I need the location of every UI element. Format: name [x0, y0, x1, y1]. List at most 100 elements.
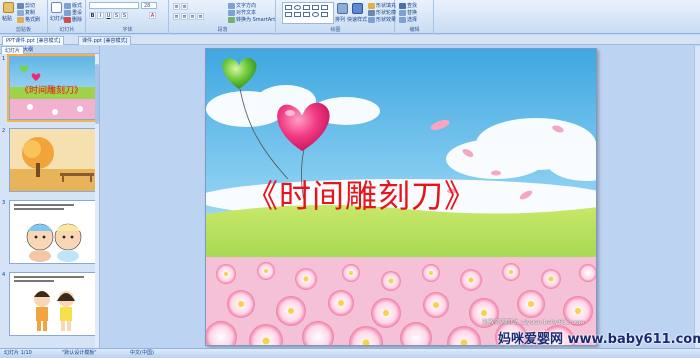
effects-icon	[368, 16, 375, 23]
thumbnail-3-image	[10, 201, 96, 263]
paste-button[interactable]: 粘贴	[2, 15, 12, 22]
align-right-button[interactable]: ≡	[189, 13, 196, 20]
find-button[interactable]: 查找	[399, 2, 417, 9]
quick-styles-label: 快速样式	[347, 17, 368, 23]
thumbnail-4-image	[10, 273, 96, 335]
text-direction-label: 文字方向	[236, 3, 257, 9]
format-painter-button[interactable]: 格式刷	[17, 16, 40, 23]
binoculars-icon	[399, 2, 406, 9]
align-left-button[interactable]: ≡	[173, 13, 180, 20]
numbering-button[interactable]: ≡	[181, 3, 188, 10]
editor-scrollbar[interactable]	[694, 46, 700, 348]
thumbnail-1-title: 《时间雕刻刀》	[20, 86, 84, 96]
doc-tab-1[interactable]: PPT课件.ppt [兼容模式]	[2, 36, 65, 45]
cut-button[interactable]: 剪切	[17, 2, 35, 9]
pane-scrollbar[interactable]	[95, 54, 99, 348]
strikethrough-button[interactable]: S	[113, 12, 120, 19]
bold-button[interactable]: B	[89, 12, 96, 19]
doc-tab-2[interactable]: 课件.ppt [兼容模式]	[78, 36, 132, 45]
tab-outline[interactable]: 大纲	[20, 46, 36, 54]
clipboard-group-label: 剪贴板	[15, 27, 31, 33]
bullets-button[interactable]: ≡	[173, 3, 180, 10]
align-text-icon	[228, 9, 235, 16]
slide-thumbnail-2[interactable]	[9, 128, 97, 192]
document-tabs: PPT课件.ppt [兼容模式] 课件.ppt [兼容模式]	[0, 35, 700, 45]
language-indicator[interactable]: 中文(中国)	[130, 349, 154, 358]
brush-icon	[17, 16, 24, 23]
triangle-shape-icon[interactable]	[303, 5, 310, 10]
shape-effects-button[interactable]: 形状效果	[368, 16, 396, 23]
scissors-icon	[17, 2, 24, 9]
italic-button[interactable]: I	[97, 12, 104, 19]
select-button[interactable]: 选择	[399, 16, 417, 23]
slide-thumbnail-1[interactable]: 《时间雕刻刀》	[7, 54, 99, 122]
quick-styles-icon[interactable]	[352, 3, 363, 14]
replace-label: 替换	[407, 10, 418, 16]
shape-outline-button[interactable]: 形状轮廓	[368, 9, 396, 16]
select-label: 选择	[407, 17, 418, 23]
new-slide-button[interactable]: 幻灯片	[50, 15, 65, 22]
justify-button[interactable]: ≡	[197, 13, 204, 20]
rect-shape-icon[interactable]	[285, 5, 292, 10]
ribbon: 粘贴 剪切 复制 格式刷 剪贴板 幻灯片 版式 重设 删除 幻灯片 28 B I…	[0, 0, 700, 34]
callout-shape-icon[interactable]	[294, 12, 301, 17]
thumbnail-number: 4	[2, 272, 6, 278]
hexagon-shape-icon[interactable]	[321, 12, 328, 17]
layout-button[interactable]: 版式	[64, 2, 82, 9]
find-label: 查找	[407, 3, 418, 9]
paragraph-group-label: 段落	[217, 27, 228, 33]
underline-button[interactable]: U	[105, 12, 112, 19]
curve-shape-icon[interactable]	[312, 12, 319, 17]
font-name-input[interactable]	[89, 2, 139, 9]
current-slide[interactable]: 《时间雕刻刀》	[205, 48, 597, 346]
thumbnail-number: 2	[2, 128, 6, 134]
arrange-icon[interactable]	[337, 3, 348, 14]
smartart-icon	[228, 16, 235, 23]
replace-button[interactable]: 替换	[399, 9, 417, 16]
editing-group: 查找 替换 选择 编辑	[396, 0, 434, 34]
slide-editor: 《时间雕刻刀》	[101, 46, 700, 348]
reset-button[interactable]: 重设	[64, 9, 82, 16]
font-color-button[interactable]: A	[149, 12, 156, 19]
slide-thumbnail-4[interactable]	[9, 272, 97, 336]
pane-tabs: 幻灯片 大纲	[0, 46, 99, 54]
slide-title[interactable]: 《时间雕刻刀》	[246, 171, 596, 217]
arrow-shape-icon[interactable]	[321, 5, 328, 10]
shape-fill-button[interactable]: 形状填充	[368, 2, 396, 9]
smartart-button[interactable]: 转换为 SmartArt	[228, 16, 275, 23]
star-shape-icon[interactable]	[285, 12, 292, 17]
editing-group-label: 编辑	[409, 27, 420, 33]
paste-icon[interactable]	[3, 2, 14, 13]
brace-shape-icon[interactable]	[303, 12, 310, 17]
align-center-button[interactable]: ≡	[181, 13, 188, 20]
copy-button[interactable]: 复制	[17, 9, 35, 16]
layout-icon	[64, 2, 71, 9]
thumbnail-2-image	[10, 129, 96, 191]
new-slide-icon[interactable]	[51, 2, 62, 13]
quick-styles-button[interactable]: 快速样式	[347, 16, 367, 23]
shadow-button[interactable]: S	[121, 12, 128, 19]
copy-icon	[17, 9, 24, 16]
arrange-button[interactable]: 排列	[335, 16, 345, 23]
align-text-button[interactable]: 对齐文本	[228, 9, 256, 16]
font-group: 28 B I U S S A 字体	[87, 0, 169, 34]
delete-slide-button[interactable]: 删除	[64, 16, 82, 23]
smartart-label: 转换为 SmartArt	[236, 17, 276, 23]
line-shape-icon[interactable]	[312, 5, 319, 10]
text-direction-button[interactable]: 文字方向	[228, 2, 256, 9]
shapes-gallery[interactable]	[282, 2, 334, 24]
font-size-input[interactable]: 28	[141, 2, 157, 9]
delete-label: 删除	[72, 17, 83, 23]
reset-label: 重设	[72, 10, 83, 16]
oval-shape-icon[interactable]	[294, 5, 301, 10]
copy-label: 复制	[25, 10, 36, 16]
slide-thumbnail-3[interactable]	[9, 200, 97, 264]
clipboard-group: 粘贴 剪切 复制 格式刷 剪贴板	[0, 0, 48, 34]
fill-bucket-icon	[368, 2, 375, 9]
slides-group: 幻灯片 版式 重设 删除 幻灯片	[49, 0, 86, 34]
pane-scrollbar-thumb[interactable]	[95, 64, 99, 124]
cut-label: 剪切	[25, 3, 36, 9]
replace-icon	[399, 9, 406, 16]
thumbnail-number: 3	[2, 200, 6, 206]
status-bar: 幻灯片 1/10 "默认设计模板" 中文(中国)	[0, 348, 700, 358]
